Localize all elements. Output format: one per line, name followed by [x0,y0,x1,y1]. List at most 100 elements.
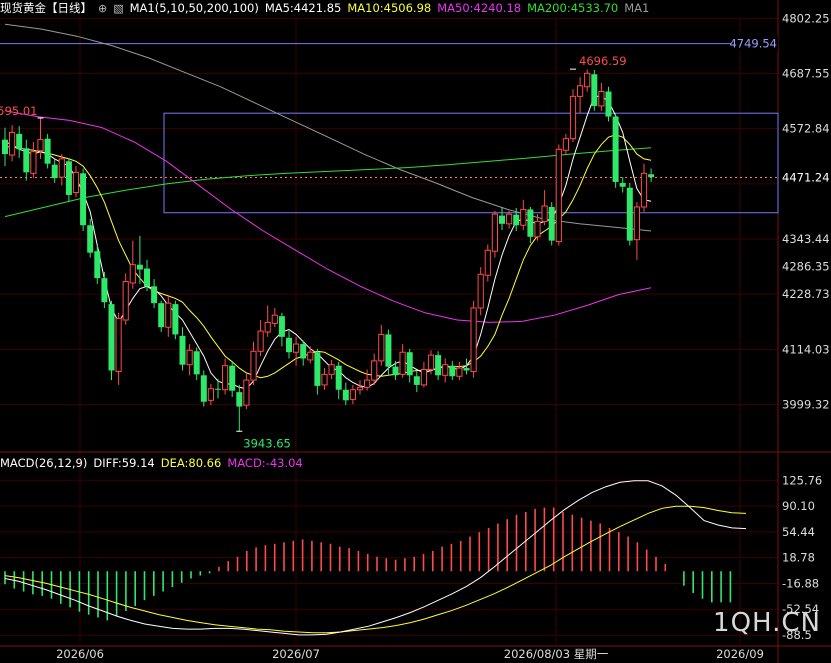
candle-body-up [399,351,406,375]
symbol-name[interactable]: 现货黄金 [0,0,46,16]
candle-body-up [584,72,591,88]
candle-body-up [257,330,264,352]
candle-body-up [328,364,335,375]
annotation-label: 3943.65 [243,436,291,450]
y-tick-label: 3999.32 [782,397,830,411]
macd-tick-label: 125.76 [782,473,822,487]
target-icon[interactable]: ⊕ [98,2,107,15]
candle-body-down [2,139,8,155]
macd-dea-value: DEA:80.66 [160,456,222,470]
candle-body-down [80,173,87,226]
candle-body-up [633,206,640,241]
candle-body-down [314,352,321,386]
candle-body-down [87,225,94,253]
watermark: 1QH.CN [713,608,821,638]
candle-body-down [286,337,292,353]
candle-body-down [136,264,143,270]
candle-body-up [37,139,44,152]
candle-body-up [58,158,65,178]
candle-body-up [207,388,215,401]
candle-body-up [555,148,562,243]
candle-body-up [243,379,250,406]
y-tick-label: 4228.73 [782,287,830,301]
candle-body-up [307,351,314,361]
period-label[interactable]: 【日线】 [46,0,92,16]
current-price-label: 4471.24 [782,171,830,185]
candle-body-down [548,206,555,241]
candle-body-up [506,213,513,225]
candle-body-down [499,215,505,224]
candle-body-down [236,392,243,407]
candle-body-down [51,164,58,179]
candle-body-up [364,379,371,388]
candle-body-down [463,368,470,371]
candle-body-up [72,171,80,194]
candle-body-down [591,74,598,106]
candle-body-up [122,281,129,321]
candle-body-down [335,365,342,390]
candle-body-up [165,302,172,328]
y-tick-label: 4687.55 [782,66,830,80]
macd-tick-label: 18.78 [782,551,815,565]
candle-body-down [44,138,51,164]
candle-body-up [115,318,122,372]
candle-body-down [94,251,101,279]
candle-body-down [278,316,285,337]
candle-body-up [250,350,257,381]
ma5-value: MA5:4421.85 [264,1,342,15]
candle-body-up [562,138,569,151]
candle-body-up [442,364,449,376]
candle-body-up [534,220,541,238]
candle-body-up [427,354,435,371]
ma-name: MA1(5,10,50,200,100) [129,1,259,15]
ma5-line [4,95,652,390]
price-marker-label: 4286.35 [782,259,830,273]
candle-body-down [449,365,456,377]
candle-body-up [378,333,385,362]
candle-body-down [619,182,626,187]
candle-body-up [491,213,498,252]
candle-body-down [413,376,420,385]
annotation-label: 4595.01 [0,104,38,118]
candle-body-down [605,91,612,117]
candle-body-down [65,161,72,195]
chart-canvas[interactable]: 4595.01 4696.59 3943.65 3999.32 4114.03 4228.… [0,0,831,663]
candle-body-up [321,373,328,386]
candle-body-down [23,148,30,173]
candle-body-down [300,344,307,359]
macd-tick-label: 90.10 [782,499,815,513]
candle-body-down [215,388,221,390]
candle-body-up [349,389,356,400]
candle-body-down [101,278,108,303]
ma50-value: MA50:4240.18 [437,1,522,15]
y-tick-label: 4802.25 [782,11,830,25]
candle-body-up [456,367,463,377]
candle-body-down [151,286,158,304]
candle-body-up [129,264,136,284]
candle-body-down [16,133,23,150]
candle-body-up [470,307,477,372]
candle-body-down [172,304,179,335]
y-tick-label: 4114.03 [782,342,830,356]
chart-icon[interactable]: ▧ [113,2,123,15]
candle-body-down [229,365,236,391]
candle-body-up [371,360,378,381]
ma200-value: MA200:4533.70 [527,1,619,15]
macd-legend: MACD(26,12,9) DIFF:59.14 DEA:80.66 MACD:… [0,455,309,471]
ma200-line [4,147,652,218]
candle-body-down [144,268,150,287]
x-tick-label: 2026/09 [716,647,764,661]
candle-body-up [577,85,584,97]
candle-body-up [356,386,364,391]
candle-body-up [30,151,37,174]
candle-body-down [392,366,399,376]
candle-body-down [193,351,200,375]
candle-body-down [158,303,165,328]
macd-value: MACD:-43.04 [227,456,303,470]
x-tick-label: 2026/08/03 星期一 [504,647,609,661]
macd-tick-label: -16.88 [782,576,819,590]
candle-body-up [477,273,484,309]
candle-body-up [484,249,491,276]
candle-body-up [520,208,527,226]
annotation-label: 4696.59 [579,54,627,68]
